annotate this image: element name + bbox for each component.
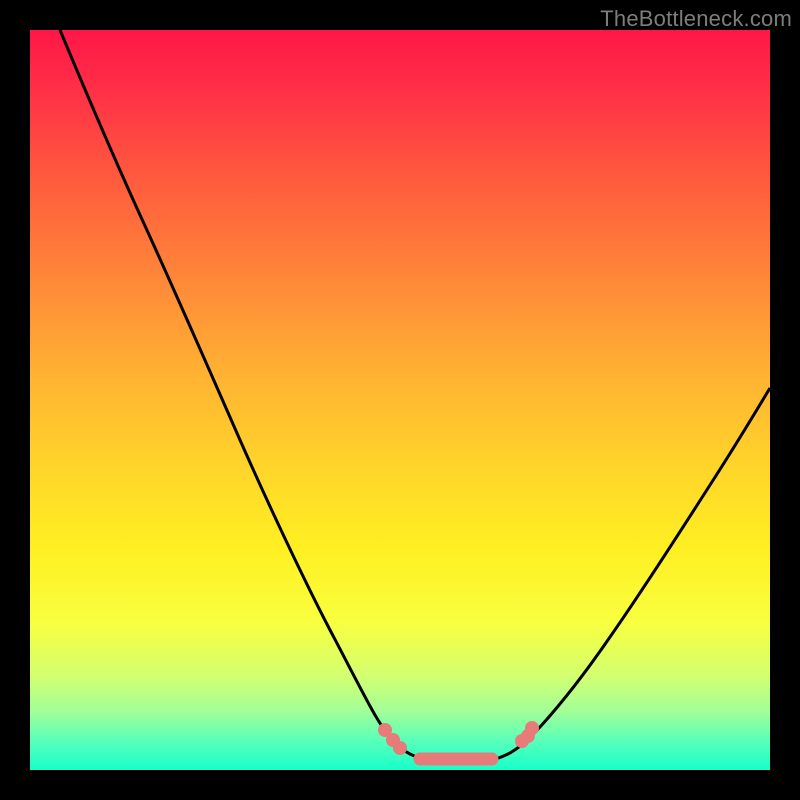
plot-area (30, 30, 770, 770)
watermark-text: TheBottleneck.com (600, 6, 792, 32)
bottleneck-curve (60, 30, 770, 762)
chart-frame: TheBottleneck.com (0, 0, 800, 800)
curve-layer (30, 30, 770, 770)
marker-dot (393, 741, 407, 755)
marker-dot (525, 721, 539, 735)
